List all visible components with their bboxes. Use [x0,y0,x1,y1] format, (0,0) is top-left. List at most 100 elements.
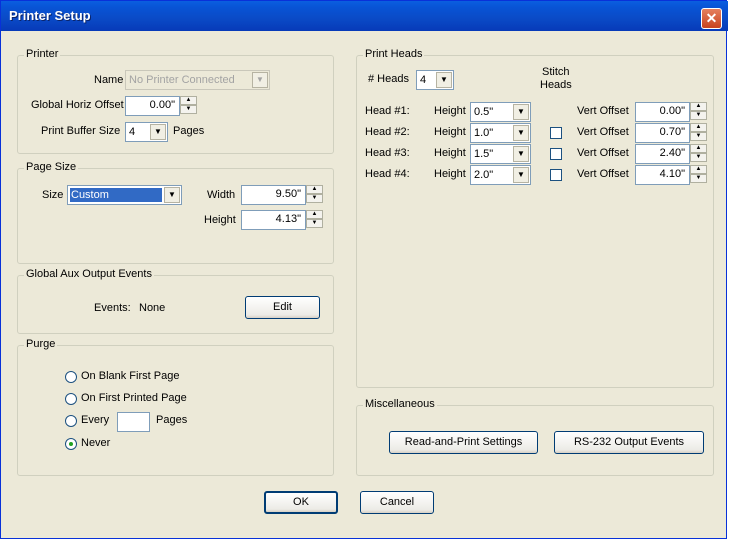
head-3-height-value: 1.5" [474,148,494,160]
global-horiz-offset-label: Global Horiz Offset [31,99,124,111]
print-heads-group: Print Heads # Heads 4 ▼ Stitch Heads Hea… [356,48,714,388]
misc-group-label: Miscellaneous [363,398,437,410]
spin-down-icon[interactable]: ▼ [690,132,707,141]
page-width-label: Width [207,189,236,201]
head-4-label: Head #4: [365,168,410,180]
edit-events-button[interactable]: Edit [245,296,320,319]
head-3-stitch-checkbox[interactable] [550,148,562,160]
spin-down-icon[interactable]: ▼ [306,194,323,203]
head-2-stitch-checkbox[interactable] [550,127,562,139]
spin-down-icon[interactable]: ▼ [306,219,323,228]
spin-up-icon[interactable]: ▲ [180,96,197,105]
global-horiz-offset-input[interactable]: 0.00" [125,96,180,116]
purge-every-pages-input[interactable] [117,412,150,432]
events-value: None [139,302,166,314]
page-width-spinner[interactable]: ▲ ▼ [306,185,323,205]
page-height-input[interactable]: 4.13" [241,210,306,230]
page-height-spinner[interactable]: ▲ ▼ [306,210,323,230]
events-label: Events: [94,302,131,314]
ok-button[interactable]: OK [264,491,338,514]
chevron-down-icon: ▼ [513,167,529,183]
spin-up-icon[interactable]: ▲ [690,123,707,132]
head-2-height-select[interactable]: 1.0" ▼ [470,123,531,143]
head-4-vert-offset-label: Vert Offset [577,168,629,180]
spin-down-icon[interactable]: ▼ [180,105,197,114]
title-bar[interactable]: Printer Setup ✕ [1,1,728,31]
spin-down-icon[interactable]: ▼ [690,174,707,183]
global-aux-output-events-group: Global Aux Output Events Events: None Ed… [17,268,334,334]
head-3-vert-offset-input[interactable]: 2.40" [635,144,690,164]
page-size-value: Custom [70,188,162,202]
head-1-height-select[interactable]: 0.5" ▼ [470,102,531,122]
head-4-vert-offset-input[interactable]: 4.10" [635,165,690,185]
spin-up-icon[interactable]: ▲ [306,185,323,194]
page-size-label: Size [42,189,64,201]
head-3-height-select[interactable]: 1.5" ▼ [470,144,531,164]
spin-up-icon[interactable]: ▲ [690,144,707,153]
head-1-height-label: Height [434,105,466,117]
purge-never-radio[interactable] [65,438,77,450]
printer-group: Printer Name No Printer Connected ▼ Glob… [17,48,334,154]
head-2-vert-offset-spinner[interactable]: ▲ ▼ [690,123,707,143]
head-2-height-label: Height [434,126,466,138]
head-2-vert-offset-input[interactable]: 0.70" [635,123,690,143]
purge-option-label[interactable]: Never [81,437,110,449]
spin-down-icon[interactable]: ▼ [690,153,707,162]
global-horiz-offset-spinner[interactable]: ▲ ▼ [180,96,197,116]
chevron-down-icon: ▼ [252,72,268,88]
print-buffer-size-value: 4 [129,126,136,138]
page-height-label: Height [204,214,236,226]
head-2-label: Head #2: [365,126,410,138]
print-buffer-pages-label: Pages [173,125,205,137]
purge-option-label[interactable]: On Blank First Page [81,370,179,382]
miscellaneous-group: Miscellaneous Read-and-Print Settings RS… [356,398,714,476]
head-4-height-value: 2.0" [474,169,494,181]
page-size-select[interactable]: Custom ▼ [67,185,182,205]
purge-on-first-printed-page-radio[interactable] [65,393,77,405]
printer-name-select[interactable]: No Printer Connected ▼ [125,70,270,90]
spin-up-icon[interactable]: ▲ [306,210,323,219]
head-3-vert-offset-spinner[interactable]: ▲ ▼ [690,144,707,164]
head-4-vert-offset-spinner[interactable]: ▲ ▼ [690,165,707,185]
stitch-heads-label-line1: Stitch [542,66,570,78]
spin-up-icon[interactable]: ▲ [690,102,707,111]
cancel-button[interactable]: Cancel [360,491,434,514]
chevron-down-icon: ▼ [436,72,452,88]
rs232-output-events-button[interactable]: RS-232 Output Events [554,431,704,454]
purge-on-blank-first-page-radio[interactable] [65,371,77,383]
window-title: Printer Setup [9,8,91,23]
head-4-height-select[interactable]: 2.0" ▼ [470,165,531,185]
spin-down-icon[interactable]: ▼ [690,111,707,120]
purge-group: Purge On Blank First Page On First Print… [17,338,334,476]
head-4-height-label: Height [434,168,466,180]
head-1-vert-offset-input[interactable]: 0.00" [635,102,690,122]
purge-group-label: Purge [24,338,58,350]
page-width-input[interactable]: 9.50" [241,185,306,205]
head-count-select[interactable]: 4 ▼ [416,70,454,90]
close-icon[interactable]: ✕ [701,8,722,29]
chevron-down-icon: ▼ [513,146,529,162]
head-count-value: 4 [420,74,427,86]
dialog-body: Printer Name No Printer Connected ▼ Glob… [4,31,725,537]
print-buffer-size-select[interactable]: 4 ▼ [125,122,168,142]
read-and-print-settings-button[interactable]: Read-and-Print Settings [389,431,538,454]
chevron-down-icon: ▼ [164,187,180,203]
head-1-vert-offset-label: Vert Offset [577,105,629,117]
purge-option-label[interactable]: Every [81,414,109,426]
print-buffer-size-label: Print Buffer Size [41,125,121,137]
print-heads-group-label: Print Heads [363,48,425,60]
aux-group-label: Global Aux Output Events [24,268,154,280]
spin-up-icon[interactable]: ▲ [690,165,707,174]
chevron-down-icon: ▼ [513,125,529,141]
head-count-label: # Heads [368,73,409,85]
page-size-group: Page Size Size Custom ▼ Width 9.50" ▲ ▼ … [17,161,334,264]
purge-every-pages-label: Pages [156,414,188,426]
head-2-vert-offset-label: Vert Offset [577,126,629,138]
head-3-height-label: Height [434,147,466,159]
head-4-stitch-checkbox[interactable] [550,169,562,181]
head-3-label: Head #3: [365,147,410,159]
purge-every-radio[interactable] [65,415,77,427]
head-1-vert-offset-spinner[interactable]: ▲ ▼ [690,102,707,122]
purge-option-label[interactable]: On First Printed Page [81,392,187,404]
printer-group-label: Printer [24,48,61,60]
